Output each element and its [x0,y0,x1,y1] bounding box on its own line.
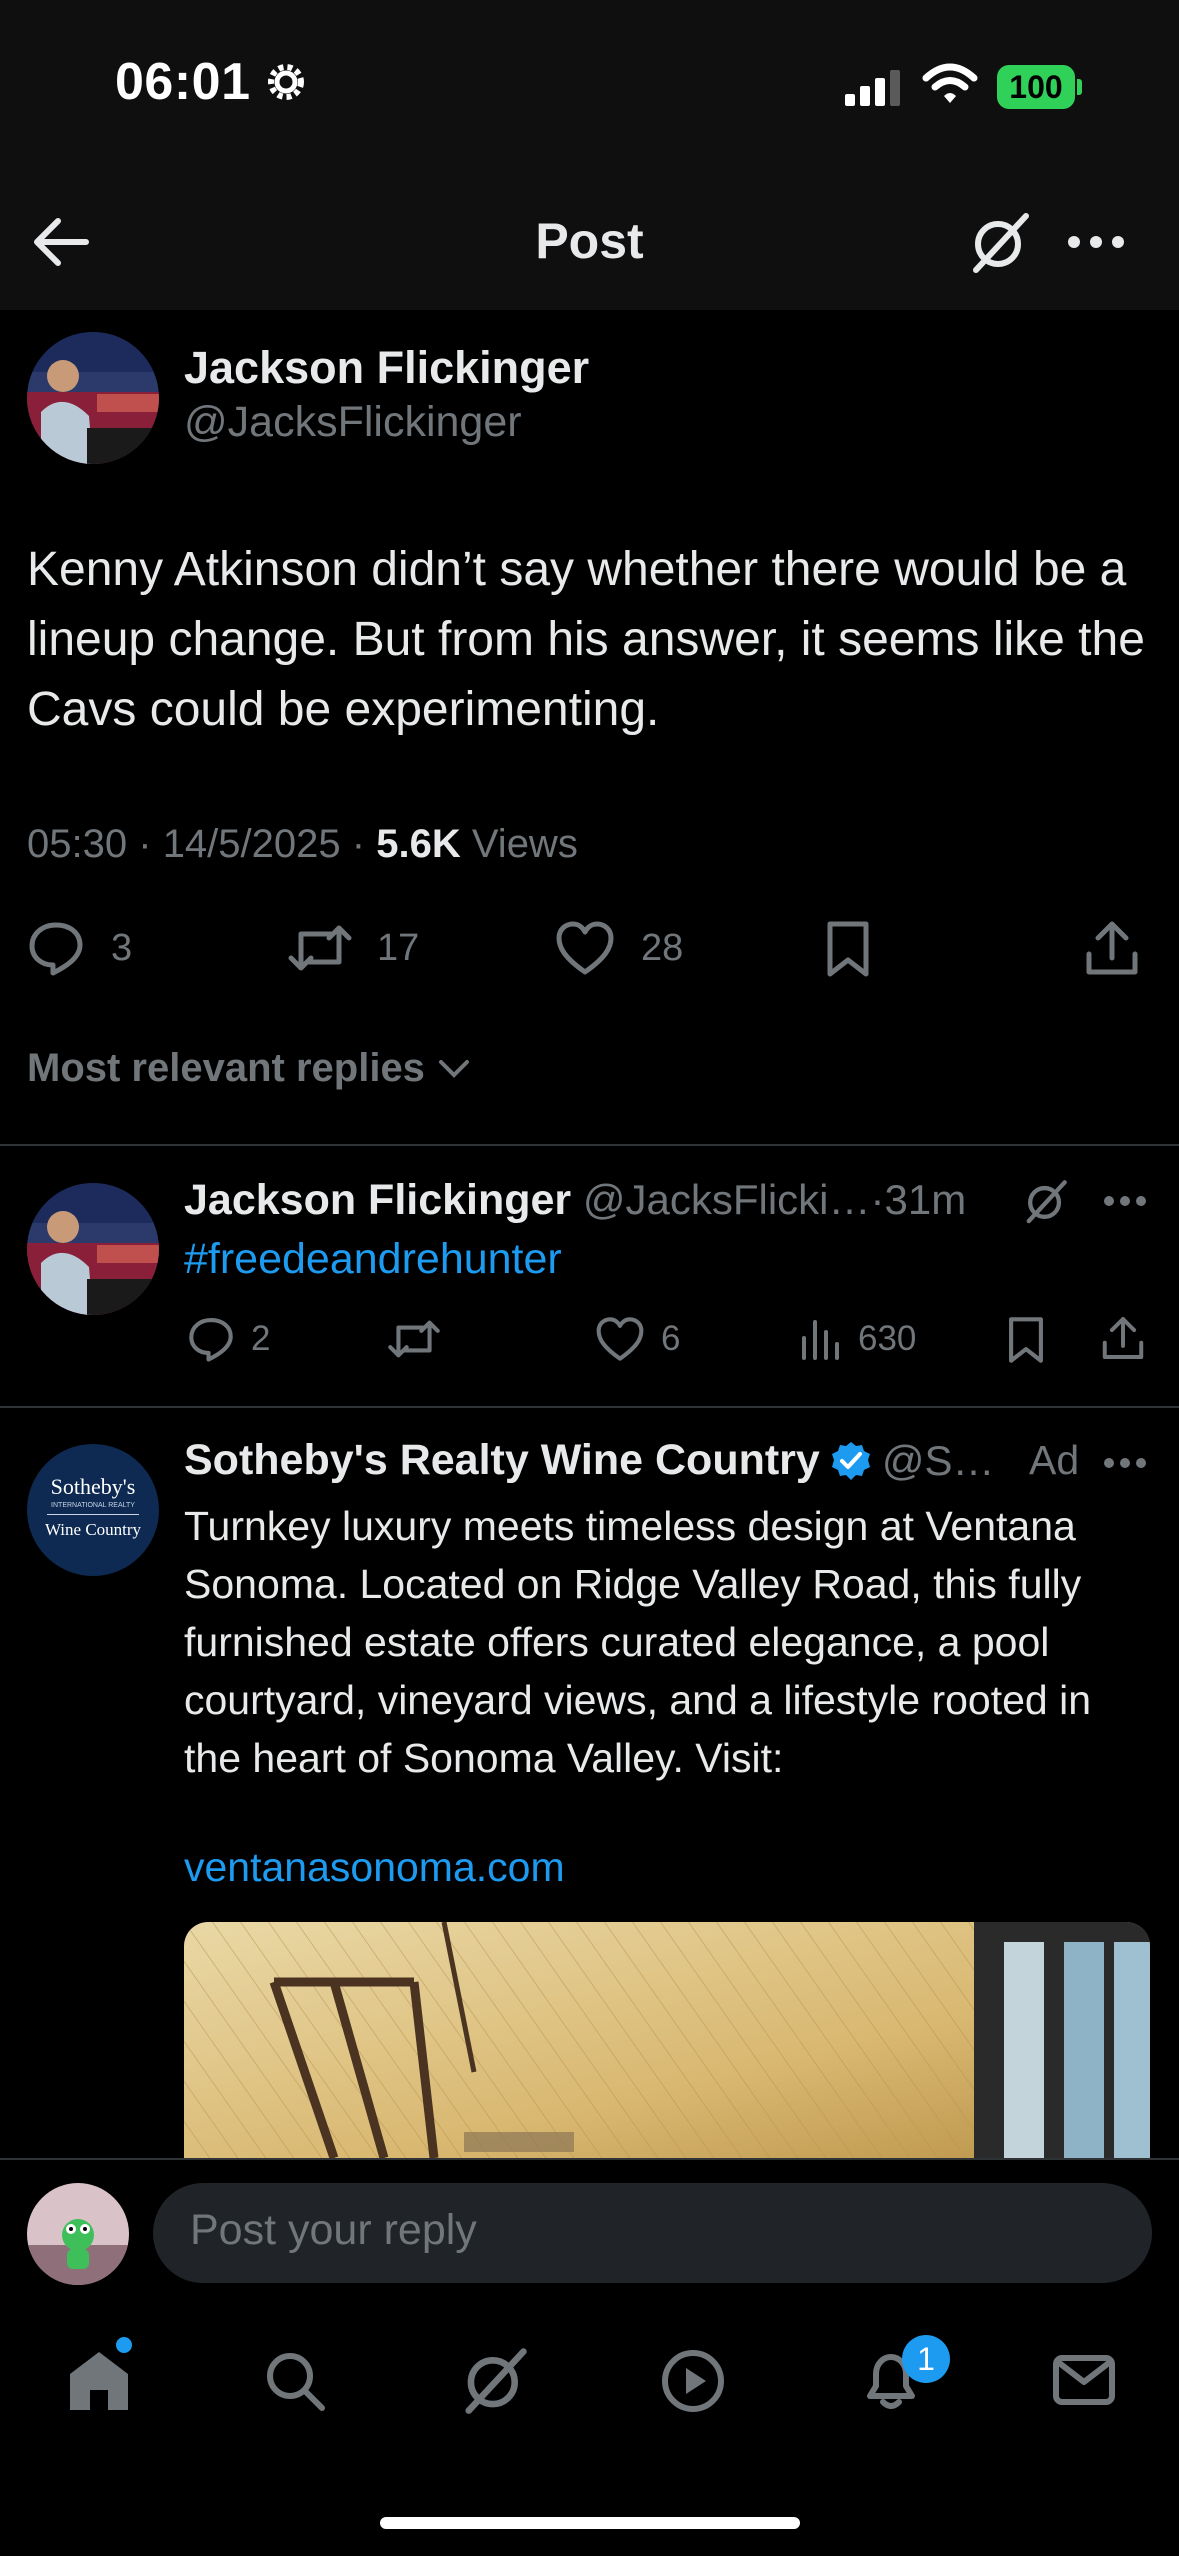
tab-video[interactable] [660,2348,726,2414]
bookmark-icon[interactable] [824,920,872,978]
mail-icon [1053,2355,1115,2405]
ad-header: Sotheby's Realty Wine Country @S… [184,1436,994,1485]
author-name[interactable]: Jackson Flickinger [184,342,589,394]
repost-count: 17 [377,926,420,969]
play-icon [662,2350,724,2412]
ad-more-icon[interactable] [1103,1455,1147,1471]
logo-text: Sotheby's [50,1474,136,1499]
status-time: 06:01 [115,53,251,111]
reply-like-button[interactable]: 6 [595,1316,680,1362]
reply-input-placeholder: Post your reply [190,2206,477,2254]
chevron-down-icon [438,1059,469,1078]
heart-icon [596,1317,644,1361]
grok-icon[interactable] [1023,1178,1069,1224]
reply-icon [29,922,83,976]
home-icon [70,2352,128,2410]
repost-icon [288,925,352,971]
share-icon[interactable] [1083,918,1141,978]
gear-icon [262,58,310,106]
reply-reply-button[interactable]: 2 [187,1316,270,1362]
views-label: Views [471,822,578,866]
ad-author-handle[interactable]: @S… [882,1437,995,1485]
ad-text: Turnkey luxury meets timeless design at … [184,1503,1092,1781]
reply-count: 3 [111,926,133,969]
notifications-badge: 1 [902,2335,950,2383]
verified-badge-icon [831,1441,870,1480]
reply-sort-dropdown[interactable]: Most relevant replies [27,1046,471,1091]
tab-home[interactable] [66,2348,132,2412]
reply-icon [189,1318,233,1362]
ad-author-name[interactable]: Sotheby's Realty Wine Country [184,1436,820,1485]
wifi-icon [922,62,978,106]
ad-image[interactable] [184,1922,1150,2158]
reply-share-icon[interactable] [1100,1314,1146,1362]
ad-author-avatar[interactable]: Sotheby's INTERNATIONAL REALTY Wine Coun… [27,1444,159,1576]
current-user-avatar[interactable] [27,2183,129,2285]
reply-button[interactable]: 3 [27,920,132,976]
reply-like-count: 6 [661,1319,681,1358]
grok-icon[interactable] [968,210,1032,274]
home-indicator[interactable] [380,2517,800,2529]
search-icon [267,2353,325,2411]
reply-hashtag[interactable]: #freedeandrehunter [184,1235,562,1284]
post-text: Kenny Atkinson didn’t say whether there … [27,543,1145,736]
like-count: 28 [641,926,684,969]
sort-label: Most relevant replies [27,1046,425,1090]
views-count[interactable]: 5.6K [376,822,461,866]
repost-button[interactable]: 17 [287,920,419,976]
post-date: 14/5/2025 [162,822,341,866]
logo-subtext: INTERNATIONAL REALTY [51,1502,135,1509]
reply-author-handle[interactable]: @JacksFlicki… [583,1176,871,1223]
meta-separator: · [351,822,366,866]
more-options-icon[interactable] [1066,230,1126,254]
divider [0,1144,1179,1146]
reply-author-avatar[interactable] [27,1183,159,1315]
logo-rule [47,1514,139,1515]
reply-repost-icon[interactable] [387,1316,441,1362]
ad-link[interactable]: ventanasonoma.com [184,1844,565,1891]
tab-search[interactable] [264,2350,326,2412]
reply-views-button[interactable]: 630 [800,1316,916,1362]
tab-grok[interactable] [460,2345,530,2415]
tab-messages[interactable] [1052,2352,1116,2408]
logo-subtitle: Wine Country [44,1520,142,1539]
reply-bookmark-icon[interactable] [1006,1316,1046,1364]
reply-header: Jackson Flickinger @JacksFlicki…·31m [184,1176,966,1225]
reply-reply-count: 2 [251,1319,271,1358]
reply-time: ·31m [870,1176,967,1223]
battery-indicator: 100 [997,65,1075,109]
analytics-icon [802,1320,839,1360]
author-avatar[interactable] [27,332,159,464]
reply-author-name[interactable]: Jackson Flickinger [184,1176,571,1224]
heart-icon [556,921,614,975]
divider [0,1406,1179,1408]
ad-label: Ad [1029,1437,1080,1483]
like-button[interactable]: 28 [555,920,683,976]
post-time: 05:30 [27,822,128,866]
reply-views-count: 630 [858,1319,917,1358]
home-unread-dot [116,2337,132,2353]
grok-icon [465,2348,527,2414]
cellular-signal-icon [845,68,901,108]
post-meta: 05:30 · 14/5/2025 · 5.6K Views [27,822,578,867]
meta-separator: · [138,822,152,866]
battery-cap [1077,79,1082,95]
author-handle[interactable]: @JacksFlickinger [184,398,522,447]
reply-more-icon[interactable] [1103,1193,1147,1209]
